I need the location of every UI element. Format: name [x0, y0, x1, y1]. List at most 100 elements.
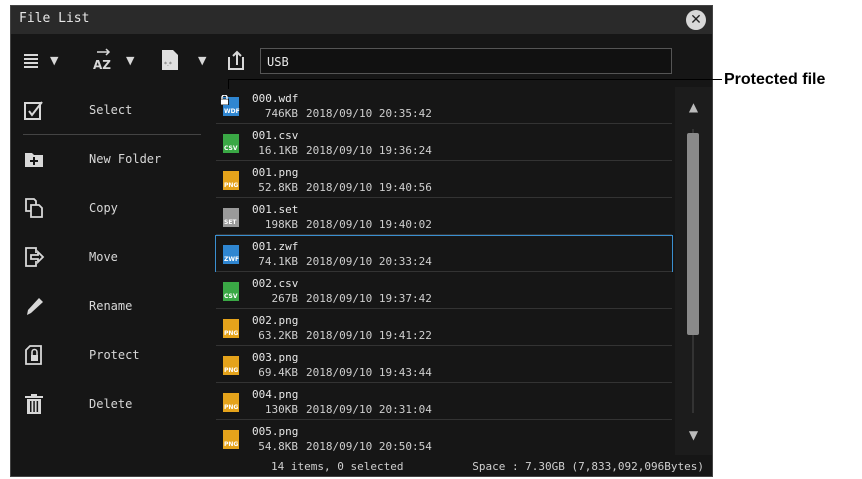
file-name: 004.png	[252, 388, 299, 401]
up-folder-button[interactable]	[227, 48, 251, 74]
file-filter-button[interactable]: *.* ▼	[161, 48, 209, 74]
file-row[interactable]: ZWF 001.zwf 74.1KB 2018/09/10 20:33:24	[215, 235, 673, 272]
file-date: 2018/09/10 19:37:42	[306, 292, 432, 305]
sort-az-icon: AZ	[93, 48, 111, 72]
file-date: 2018/09/10 20:33:24	[306, 255, 432, 268]
file-name: 001.csv	[252, 129, 299, 142]
callout-line	[228, 79, 722, 80]
delete-label: Delete	[89, 397, 133, 411]
protect-button[interactable]: Protect	[11, 332, 213, 380]
file-row[interactable]: CSV 002.csv 267B 2018/09/10 19:37:42	[215, 272, 673, 309]
chevron-down-icon: ▼	[126, 54, 135, 67]
file-row[interactable]: WDF 000.wdf 746KB 2018/09/10 20:35:42	[215, 87, 673, 124]
file-date: 2018/09/10 20:50:54	[306, 440, 432, 453]
file-name: 003.png	[252, 351, 299, 364]
svg-text:AZ: AZ	[93, 58, 111, 72]
file-filter-icon: *.*	[162, 50, 178, 70]
up-folder-icon	[228, 50, 244, 70]
file-date: 2018/09/10 19:40:02	[306, 218, 432, 231]
file-type-icon: CSV	[223, 279, 239, 301]
toolbar: ▼ AZ ▼ *.* ▼ USB	[11, 38, 712, 84]
callout-line	[228, 79, 229, 89]
file-type-icon: PNG	[223, 427, 239, 449]
view-menu-button[interactable]: ▼	[23, 48, 63, 74]
file-size: 74.1KB	[258, 255, 298, 268]
file-date: 2018/09/10 19:43:44	[306, 366, 432, 379]
checkbox-icon	[24, 101, 43, 120]
file-row[interactable]: PNG 001.png 52.8KB 2018/09/10 19:40:56	[215, 161, 673, 198]
file-size: 198KB	[264, 218, 298, 231]
file-type-icon: PNG	[223, 168, 239, 190]
rename-button[interactable]: Rename	[11, 283, 213, 331]
file-size: 130KB	[264, 403, 298, 416]
file-date: 2018/09/10 20:35:42	[306, 107, 432, 120]
protect-label: Protect	[89, 348, 140, 362]
scroll-down-icon[interactable]: ▼	[675, 415, 712, 455]
copy-icon	[25, 198, 43, 218]
sidebar: Select New Folder Copy Move Rename Prote…	[11, 87, 213, 477]
move-icon	[25, 247, 45, 267]
list-view-icon	[24, 54, 38, 68]
file-type-icon: SET	[223, 205, 239, 227]
file-date: 2018/09/10 19:41:22	[306, 329, 432, 342]
file-name: 001.set	[252, 203, 299, 216]
move-button[interactable]: Move	[11, 234, 213, 282]
file-row[interactable]: PNG 004.png 130KB 2018/09/10 20:31:04	[215, 383, 673, 420]
file-type-icon: CSV	[223, 131, 239, 153]
file-type-tag: WDF	[224, 108, 240, 115]
file-row[interactable]: PNG 005.png 54.8KB 2018/09/10 20:50:54	[215, 420, 673, 457]
file-size: 746KB	[264, 107, 298, 120]
path-field[interactable]: USB	[260, 48, 672, 74]
file-date: 2018/09/10 19:40:56	[306, 181, 432, 194]
select-button[interactable]: Select	[11, 87, 213, 135]
file-type-icon: WDF	[220, 94, 240, 116]
file-type-tag: CSV	[224, 145, 238, 152]
file-list: WDF 000.wdf 746KB 2018/09/10 20:35:42 CSV 001…	[215, 87, 673, 455]
new-folder-button[interactable]: New Folder	[11, 136, 213, 184]
item-count: 14 items, 0 selected	[271, 460, 404, 473]
file-name: 002.png	[252, 314, 299, 327]
delete-button[interactable]: Delete	[11, 381, 213, 429]
scrollbar[interactable]: ▲ ▼	[675, 87, 712, 455]
status-bar: 14 items, 0 selected Space : 7.30GB (7,8…	[215, 457, 712, 476]
scroll-up-icon[interactable]: ▲	[675, 87, 712, 127]
scroll-thumb[interactable]	[687, 133, 699, 335]
file-size: 16.1KB	[258, 144, 298, 157]
file-row[interactable]: CSV 001.csv 16.1KB 2018/09/10 19:36:24	[215, 124, 673, 161]
file-size: 54.8KB	[258, 440, 298, 453]
title-bar: File List ✕	[11, 6, 712, 34]
file-type-icon: PNG	[223, 316, 239, 338]
copy-label: Copy	[89, 201, 118, 215]
close-icon[interactable]: ✕	[686, 10, 706, 30]
file-type-tag: CSV	[224, 293, 238, 300]
file-date: 2018/09/10 19:36:24	[306, 144, 432, 157]
chevron-down-icon: ▼	[198, 54, 207, 67]
new-folder-icon	[25, 153, 43, 167]
trash-icon	[25, 394, 43, 414]
file-name: 002.csv	[252, 277, 299, 290]
file-row[interactable]: PNG 003.png 69.4KB 2018/09/10 19:43:44	[215, 346, 673, 383]
file-row[interactable]: PNG 002.png 63.2KB 2018/09/10 19:41:22	[215, 309, 673, 346]
file-name: 001.png	[252, 166, 299, 179]
pencil-icon	[27, 298, 43, 315]
file-type-icon: PNG	[223, 353, 239, 375]
file-name: 005.png	[252, 425, 299, 438]
free-space: Space : 7.30GB (7,833,092,096Bytes)	[472, 460, 704, 473]
file-type-tag: PNG	[224, 182, 239, 189]
sort-menu-button[interactable]: AZ ▼	[91, 48, 137, 74]
file-name: 000.wdf	[252, 92, 299, 105]
copy-button[interactable]: Copy	[11, 185, 213, 233]
protect-icon	[25, 345, 42, 365]
file-type-tag: PNG	[224, 367, 239, 374]
divider	[23, 134, 201, 135]
file-size: 63.2KB	[258, 329, 298, 342]
file-list-window: File List ✕ ▼ AZ ▼ *.* ▼ USB Select New …	[10, 5, 713, 477]
lock-icon	[220, 90, 229, 106]
callout-label: Protected file	[724, 71, 826, 88]
file-date: 2018/09/10 20:31:04	[306, 403, 432, 416]
file-row[interactable]: SET 001.set 198KB 2018/09/10 19:40:02	[215, 198, 673, 235]
file-size: 69.4KB	[258, 366, 298, 379]
chevron-down-icon: ▼	[50, 54, 59, 67]
window-title: File List	[19, 11, 90, 26]
file-type-tag: PNG	[224, 330, 239, 337]
